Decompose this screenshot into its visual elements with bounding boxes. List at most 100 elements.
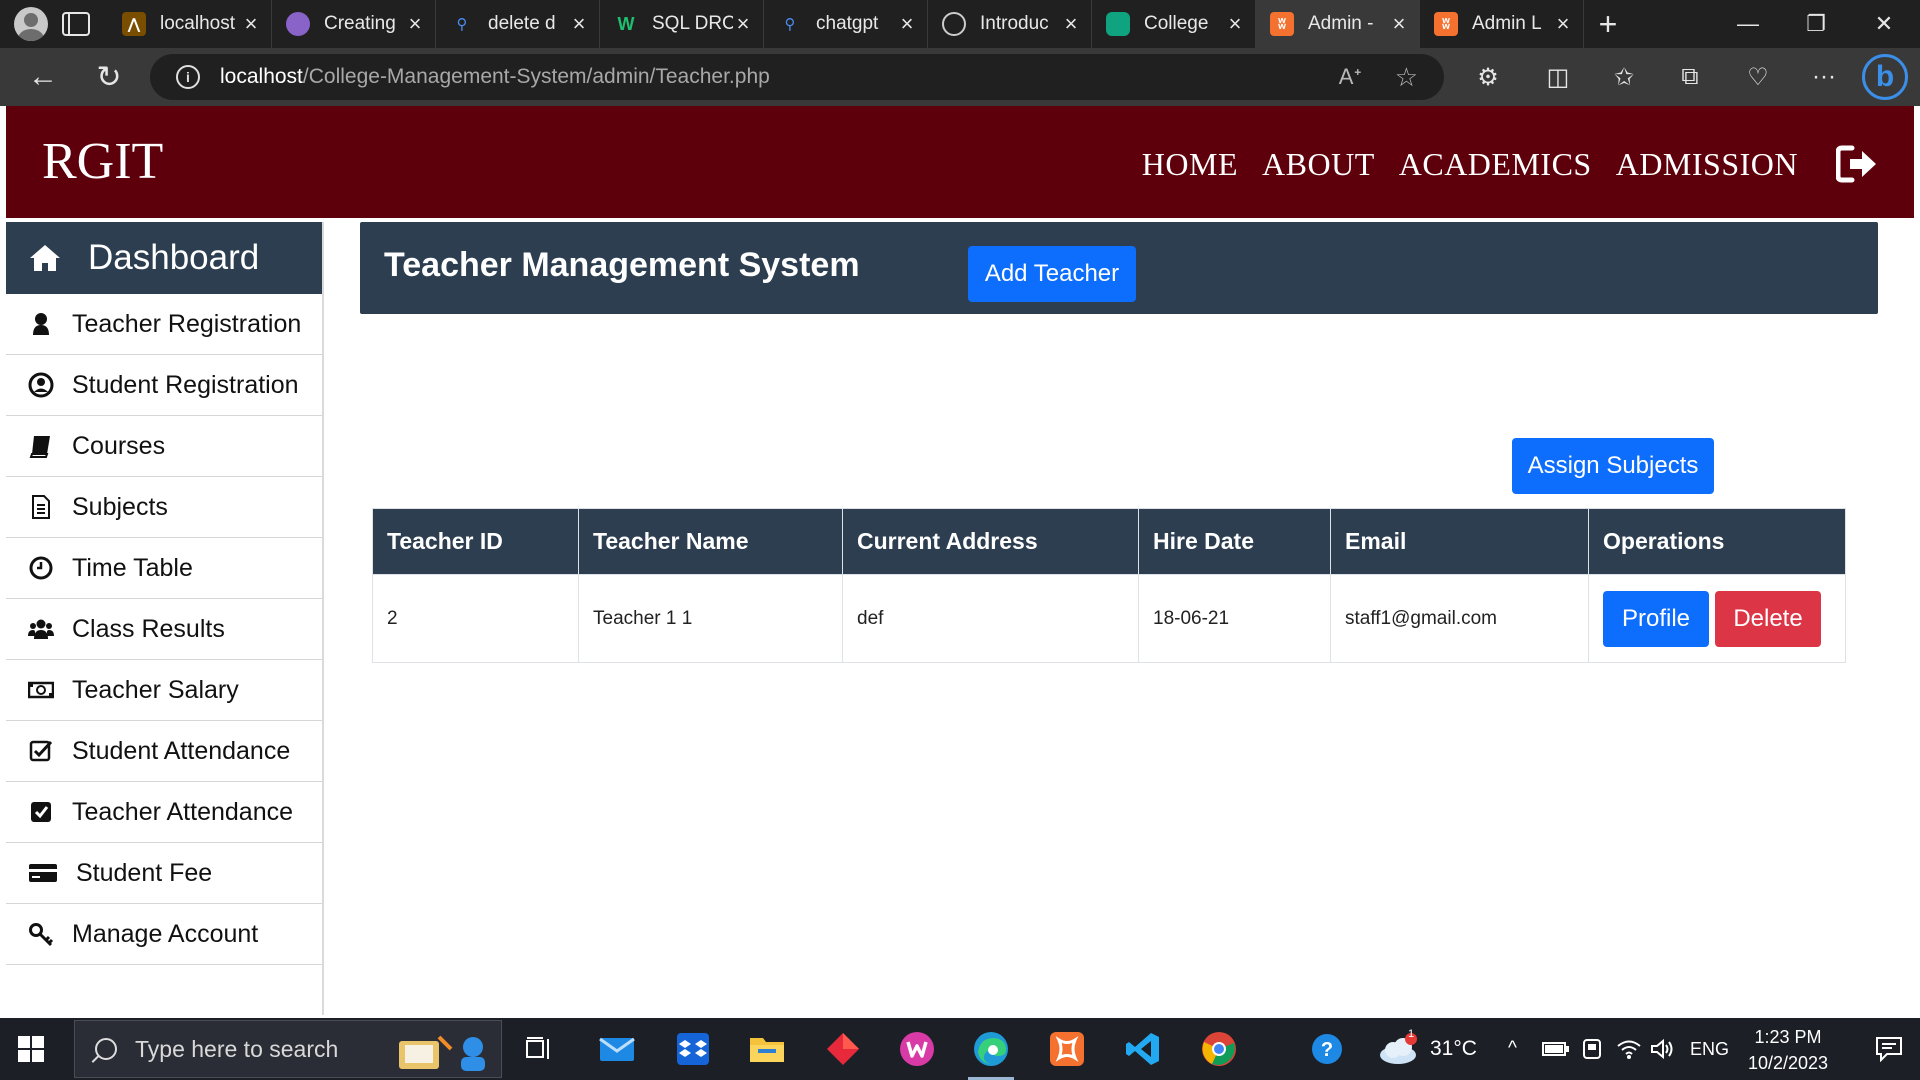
- battery-icon[interactable]: [1542, 1018, 1570, 1080]
- sidebar-item-time-table[interactable]: Time Table: [6, 538, 322, 599]
- refresh-icon[interactable]: ↻: [76, 48, 142, 106]
- sidebar-item-student-registration[interactable]: Student Registration: [6, 355, 322, 416]
- dropbox-app-icon[interactable]: [656, 1018, 730, 1080]
- edge-browser-icon[interactable]: [954, 1018, 1028, 1080]
- wps-office-icon[interactable]: [880, 1018, 954, 1080]
- show-hidden-icons-chevron-up-icon[interactable]: ^: [1508, 1018, 1517, 1080]
- browser-tab[interactable]: Creating ×: [272, 0, 436, 48]
- close-tab-icon[interactable]: ×: [733, 11, 753, 37]
- file-explorer-icon[interactable]: [730, 1018, 804, 1080]
- search-highlight-illustration-icon: [399, 1035, 485, 1071]
- cell-current-address: def: [842, 574, 1139, 663]
- sidebar-item-manage-account[interactable]: Manage Account: [6, 904, 322, 965]
- sidebar-item-student-fee[interactable]: Student Fee: [6, 843, 322, 904]
- nav-about[interactable]: ABOUT: [1262, 146, 1375, 183]
- sidebar-item-label: Teacher Registration: [72, 309, 302, 338]
- xampp-app-icon[interactable]: [1030, 1018, 1104, 1080]
- vscode-app-icon[interactable]: [1106, 1018, 1180, 1080]
- notifications-icon[interactable]: [1852, 1018, 1920, 1080]
- new-tab-plus-icon[interactable]: +: [1584, 6, 1632, 43]
- assign-subjects-button[interactable]: Assign Subjects: [1512, 438, 1714, 494]
- cell-teacher-id: 2: [372, 574, 579, 663]
- search-icon: [95, 1038, 117, 1060]
- column-header-teacher-id: Teacher ID: [372, 508, 579, 575]
- logout-icon[interactable]: [1836, 144, 1878, 184]
- favorites-icon[interactable]: ✩: [1594, 48, 1654, 106]
- column-header-current-address: Current Address: [842, 508, 1139, 575]
- weather-widget[interactable]: 1 31°C: [1378, 1018, 1477, 1080]
- sidebar-item-teacher-attendance[interactable]: Teacher Attendance: [6, 782, 322, 843]
- split-screen-icon[interactable]: ◫: [1528, 48, 1588, 106]
- site-info-icon[interactable]: i: [176, 65, 200, 89]
- site-brand[interactable]: RGIT: [42, 132, 163, 191]
- minimize-window-icon[interactable]: —: [1714, 0, 1782, 48]
- url-field[interactable]: i localhost/College-Management-System/ad…: [150, 54, 1444, 100]
- sidebar-dashboard[interactable]: Dashboard: [6, 222, 322, 294]
- collections-icon[interactable]: ⧉: [1660, 48, 1720, 106]
- nav-admission[interactable]: ADMISSION: [1616, 146, 1798, 183]
- close-tab-icon[interactable]: ×: [241, 11, 261, 37]
- column-header-teacher-name: Teacher Name: [578, 508, 843, 575]
- wifi-icon[interactable]: [1616, 1018, 1642, 1080]
- system-clock[interactable]: 1:23 PM 10/2/2023: [1738, 1024, 1838, 1076]
- restore-window-icon[interactable]: ❐: [1782, 0, 1850, 48]
- tab-title: Admin L: [1472, 13, 1542, 34]
- volume-icon[interactable]: [1650, 1018, 1674, 1080]
- extensions-icon[interactable]: ⚙: [1458, 48, 1518, 106]
- web-page: RGIT HOME ABOUT ACADEMICS ADMISSION Dash…: [6, 106, 1914, 1015]
- browser-tab[interactable]: College ×: [1092, 0, 1256, 48]
- close-window-icon[interactable]: ✕: [1850, 0, 1918, 48]
- sidebar-item-teacher-registration[interactable]: Teacher Registration: [6, 294, 322, 355]
- bing-chat-icon[interactable]: b: [1862, 54, 1908, 100]
- browser-tab[interactable]: ⚲ delete d ×: [436, 0, 600, 48]
- sidebar-item-courses[interactable]: Courses: [6, 416, 322, 477]
- browser-tab[interactable]: W SQL DRC ×: [600, 0, 764, 48]
- delete-button[interactable]: Delete: [1715, 590, 1821, 647]
- profile-button[interactable]: Profile: [1603, 590, 1709, 647]
- book-icon: [29, 436, 50, 458]
- close-tab-icon[interactable]: ×: [1553, 11, 1573, 37]
- add-teacher-button[interactable]: Add Teacher: [968, 246, 1136, 302]
- sidebar-item-label: Subjects: [72, 492, 168, 521]
- browser-tab-active[interactable]: ʬ Admin - ×: [1256, 0, 1420, 48]
- browser-tab[interactable]: ⚲ chatgpt ×: [764, 0, 928, 48]
- profile-avatar-icon[interactable]: [14, 7, 48, 41]
- browser-tab[interactable]: Introduc ×: [928, 0, 1092, 48]
- language-indicator[interactable]: ENG: [1690, 1018, 1729, 1080]
- user-circle-icon: [28, 372, 54, 398]
- browser-essentials-icon[interactable]: ♡: [1728, 48, 1788, 106]
- close-tab-icon[interactable]: ×: [897, 11, 917, 37]
- windows-start-icon[interactable]: [18, 1036, 44, 1062]
- xampp-favicon-icon: ʬ: [1434, 12, 1458, 36]
- read-aloud-icon[interactable]: Aᐩ: [1339, 64, 1362, 90]
- browser-tab[interactable]: ⋀ localhost ×: [108, 0, 272, 48]
- taskbar-search-field[interactable]: Type here to search: [74, 1020, 502, 1078]
- browser-tab[interactable]: ʬ Admin L ×: [1420, 0, 1584, 48]
- nav-home[interactable]: HOME: [1142, 146, 1238, 183]
- chrome-app-icon[interactable]: [1182, 1018, 1256, 1080]
- sidebar-item-label: Time Table: [72, 553, 193, 582]
- close-tab-icon[interactable]: ×: [569, 11, 589, 37]
- onscreen-keyboard-icon[interactable]: [1582, 1018, 1602, 1080]
- git-diamond-app-icon[interactable]: [806, 1018, 880, 1080]
- sidebar-item-teacher-salary[interactable]: Teacher Salary: [6, 660, 322, 721]
- nav-academics[interactable]: ACADEMICS: [1399, 146, 1592, 183]
- table-row: 2 Teacher 1 1 def 18-06-21 staff1@gmail.…: [372, 574, 1846, 663]
- mail-app-icon[interactable]: [580, 1018, 654, 1080]
- tab-actions-icon[interactable]: [62, 12, 90, 36]
- favorite-star-icon[interactable]: ☆: [1395, 62, 1418, 93]
- tab-favicon-icon: ⋀: [122, 12, 146, 36]
- help-icon[interactable]: ?: [1290, 1018, 1364, 1080]
- svg-text:?: ?: [1321, 1039, 1333, 1061]
- close-tab-icon[interactable]: ×: [405, 11, 425, 37]
- sidebar-item-student-attendance[interactable]: Student Attendance: [6, 721, 322, 782]
- key-icon: [29, 923, 54, 947]
- back-arrow-icon[interactable]: ←: [10, 48, 76, 106]
- close-tab-icon[interactable]: ×: [1225, 11, 1245, 37]
- sidebar-item-subjects[interactable]: Subjects: [6, 477, 322, 538]
- close-tab-icon[interactable]: ×: [1061, 11, 1081, 37]
- more-options-icon[interactable]: ···: [1794, 48, 1854, 106]
- close-tab-icon[interactable]: ×: [1389, 11, 1409, 37]
- sidebar-item-class-results[interactable]: Class Results: [6, 599, 322, 660]
- task-view-icon[interactable]: [502, 1018, 576, 1080]
